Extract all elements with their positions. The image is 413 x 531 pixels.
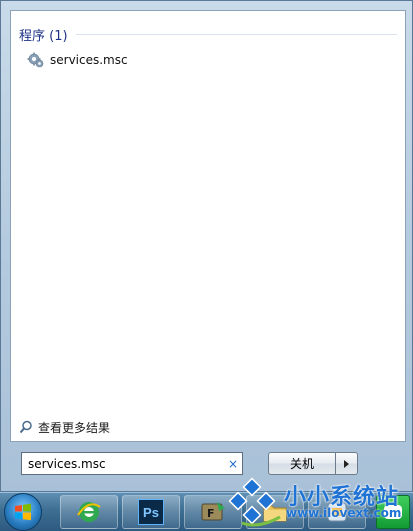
shutdown-options-button[interactable]: [336, 452, 358, 475]
results-group-header: 程序 (1): [19, 24, 397, 44]
photoshop-icon: Ps: [138, 499, 164, 525]
start-search-box[interactable]: ×: [21, 452, 243, 475]
search-input[interactable]: [22, 454, 224, 473]
group-divider: [75, 33, 397, 35]
see-more-label: 查看更多结果: [38, 420, 111, 435]
shutdown-group: 关机: [268, 452, 358, 475]
windows-logo-icon: [15, 503, 31, 521]
watermark-url: www.ilovext.com: [286, 506, 402, 520]
search-icon: [19, 420, 32, 434]
ie-browser-icon: [77, 502, 101, 522]
svg-text:F: F: [207, 507, 215, 520]
search-results-pane: 程序 (1) services.msc 查看更多结果: [10, 10, 406, 442]
windows-start-orb-icon[interactable]: [4, 493, 42, 531]
result-item-services[interactable]: services.msc: [27, 49, 227, 71]
chevron-right-icon: [344, 459, 349, 468]
close-icon[interactable]: ×: [224, 457, 242, 471]
gear-services-icon: [27, 52, 44, 68]
taskbar-photoshop[interactable]: Ps: [122, 495, 180, 529]
watermark: 小小系统站 www.ilovext.com: [220, 475, 413, 530]
shutdown-button[interactable]: 关机: [268, 452, 336, 475]
results-group-title: 程序 (1): [19, 28, 68, 44]
photoshop-icon-text: Ps: [143, 504, 159, 520]
watermark-logo-icon: [228, 477, 281, 527]
see-more-results-link[interactable]: 查看更多结果: [19, 418, 110, 436]
taskbar-ie[interactable]: [60, 495, 118, 529]
result-item-label: services.msc: [50, 53, 128, 67]
start-menu: 程序 (1) services.msc 查看更多结果 services.msc …: [0, 0, 413, 492]
